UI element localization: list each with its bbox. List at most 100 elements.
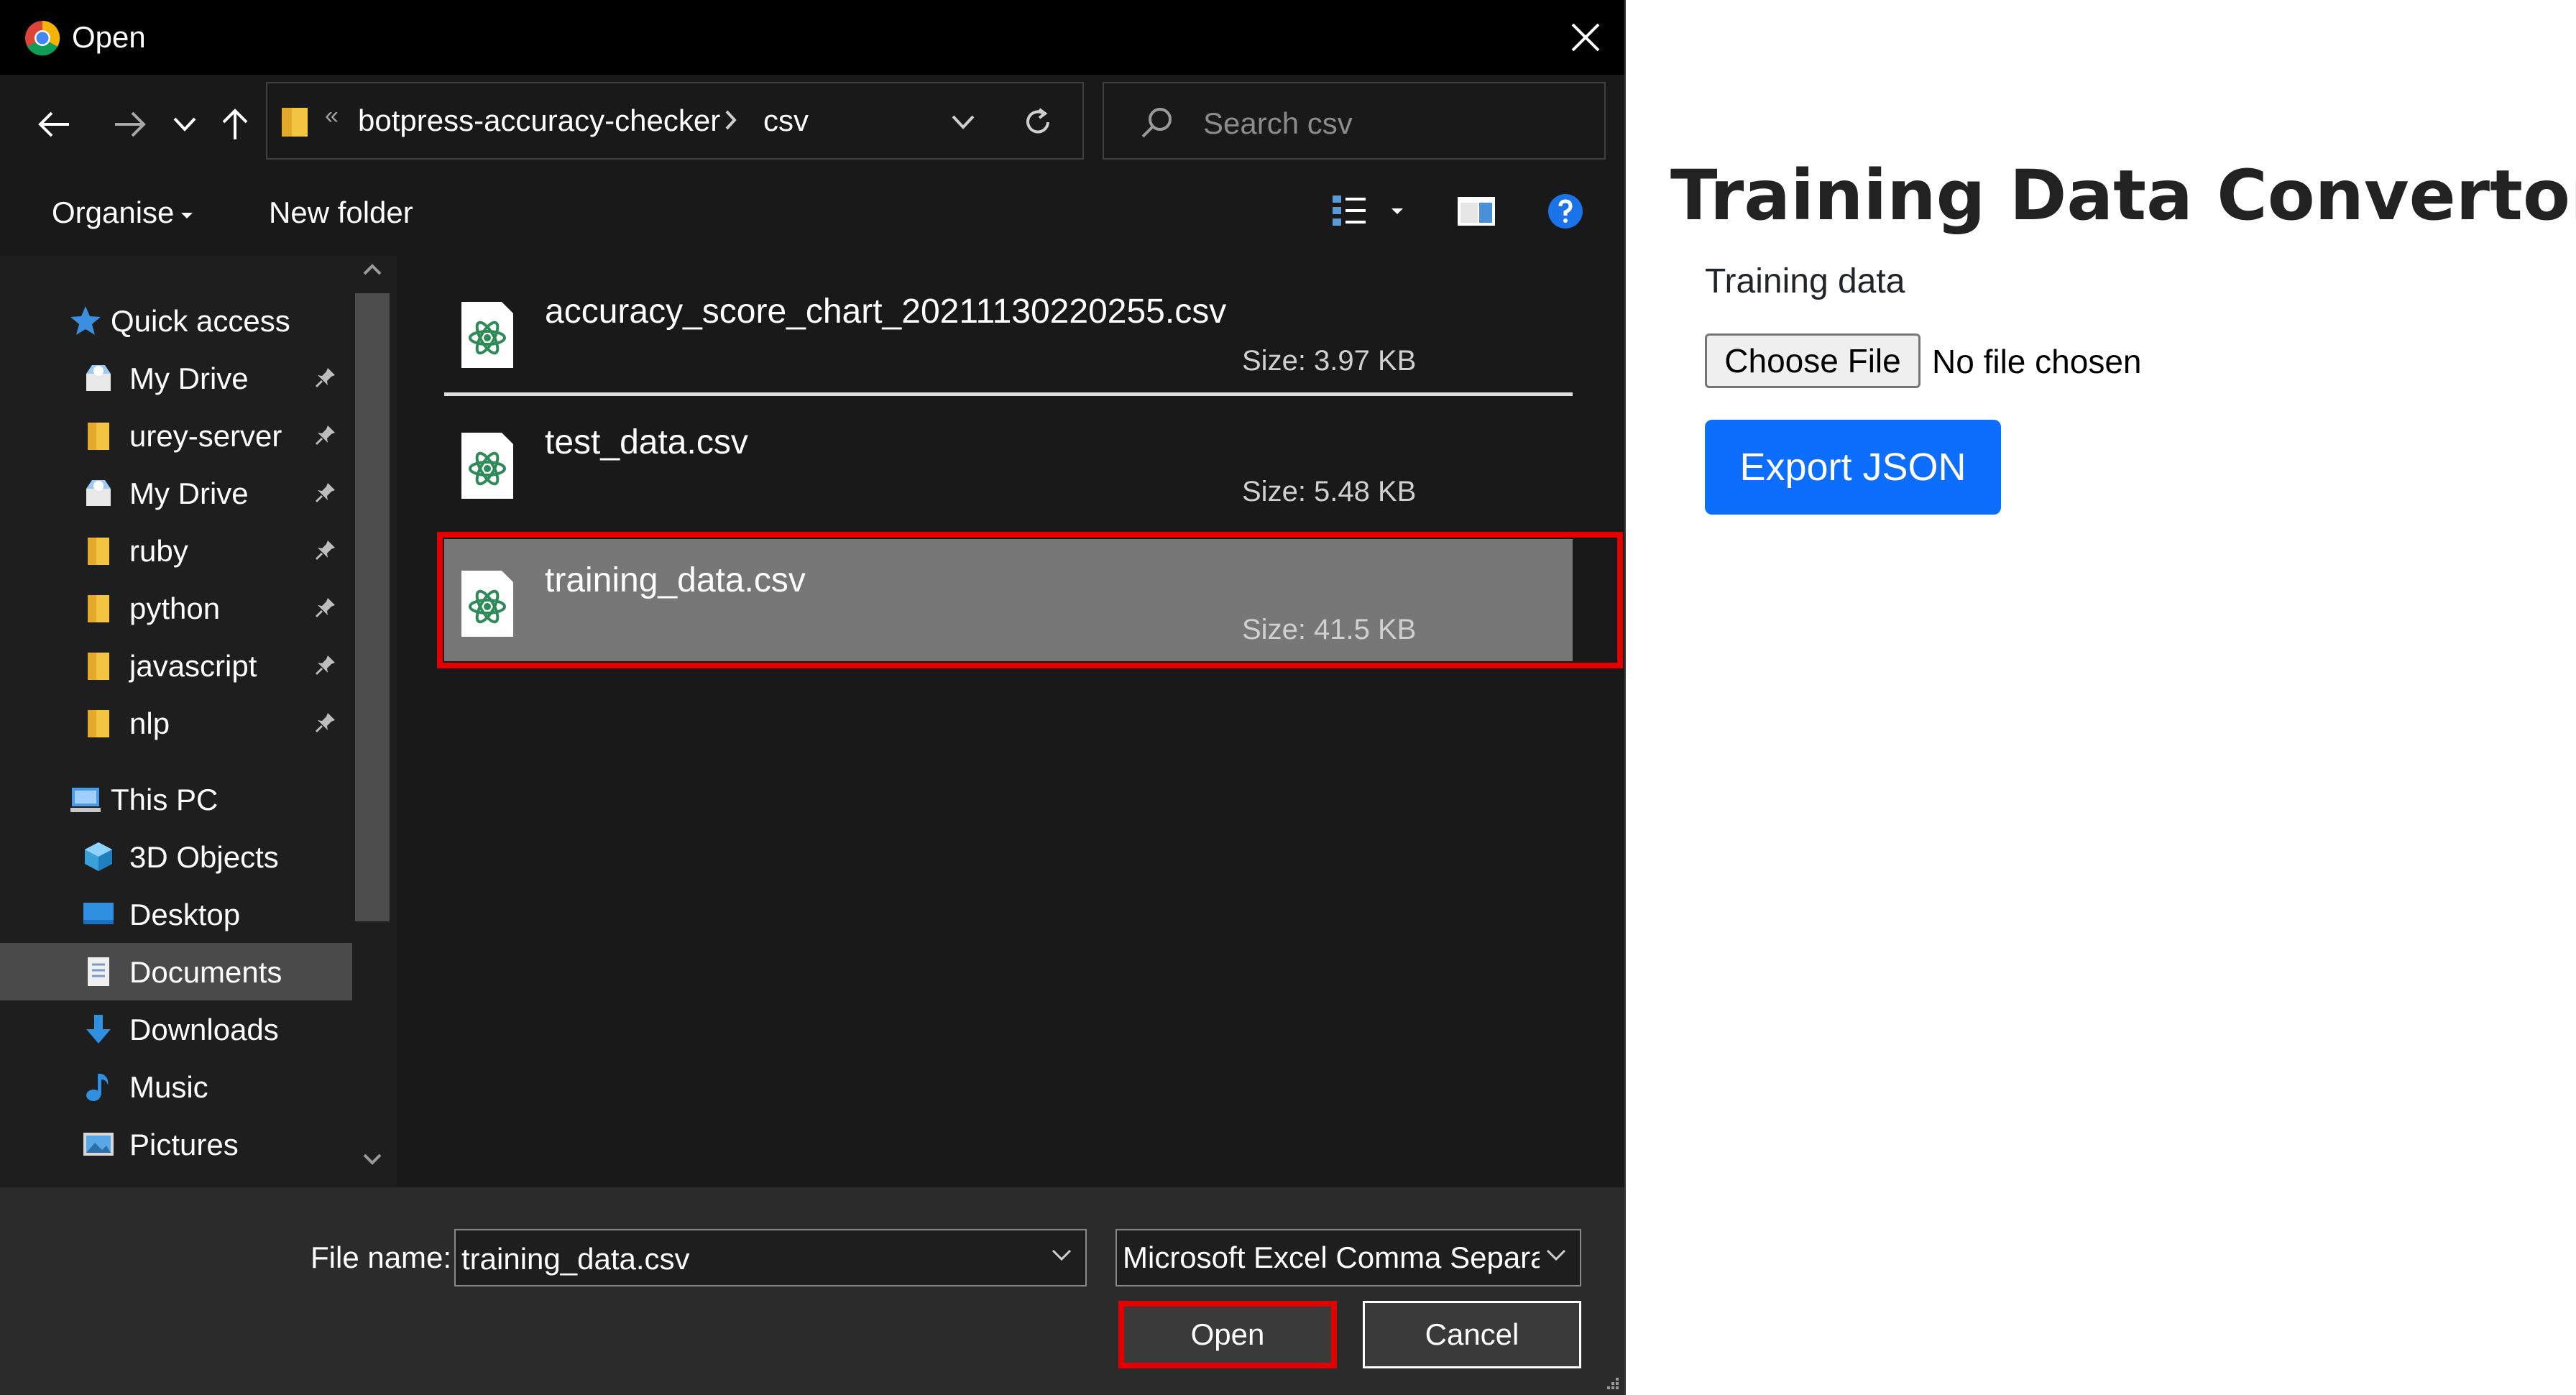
chevron-down-icon[interactable]	[1051, 1248, 1072, 1262]
sidebar-item-label: My Drive	[129, 362, 249, 395]
folder-icon	[82, 707, 115, 739]
folder-icon	[82, 420, 115, 451]
sidebar-item-label: Quick access	[111, 304, 290, 338]
file-name-label: File name:	[310, 1240, 452, 1274]
file-item[interactable]: test_data.csv Size: 5.48 KB	[444, 401, 1573, 523]
refresh-button[interactable]	[1018, 101, 1058, 144]
open-file-dialog: Open « botpress-accuracy-checker csv Sea…	[0, 0, 1626, 1395]
atom-file-icon	[459, 300, 516, 369]
desktop-icon	[82, 898, 115, 930]
arrow-right-icon	[115, 111, 146, 137]
sidebar-item-this-pc[interactable]: This PC	[0, 770, 352, 828]
file-name-input[interactable]: training_data.csv	[454, 1229, 1087, 1286]
sidebar-item-3d-objects[interactable]: 3D Objects	[0, 828, 352, 885]
file-type-select[interactable]: Microsoft Excel Comma Separated Values F…	[1116, 1229, 1581, 1286]
file-name-value: training_data.csv	[461, 1242, 690, 1276]
search-input[interactable]: Search csv	[1103, 82, 1606, 160]
chevron-down-icon	[173, 117, 196, 132]
dialog-title: Open	[72, 20, 146, 54]
forward-button[interactable]	[105, 99, 155, 149]
pin-icon	[313, 595, 338, 620]
sidebar-item-label: Downloads	[129, 1013, 279, 1046]
cube-icon	[82, 841, 115, 873]
address-history-button[interactable]	[943, 105, 983, 139]
pin-icon	[313, 423, 338, 447]
file-item[interactable]: accuracy_score_chart_20211130220255.csv …	[444, 270, 1573, 392]
help-icon[interactable]	[1545, 191, 1586, 231]
sidebar-item-my-drive[interactable]: My Drive	[0, 349, 352, 407]
sidebar-item-python[interactable]: python	[0, 579, 352, 637]
scrollbar-thumb[interactable]	[355, 293, 390, 921]
sidebar-item-label: 3D Objects	[129, 840, 279, 874]
choose-file-button[interactable]: Choose File	[1705, 333, 1920, 388]
cancel-button-label: Cancel	[1425, 1317, 1519, 1351]
view-options-icon[interactable]	[1330, 191, 1370, 231]
pin-icon	[313, 653, 338, 677]
sidebar-item-downloads[interactable]: Downloads	[0, 1000, 352, 1058]
file-name: accuracy_score_chart_20211130220255.csv	[545, 293, 1227, 331]
cancel-button[interactable]: Cancel	[1363, 1301, 1581, 1368]
file-list: accuracy_score_chart_20211130220255.csv …	[397, 256, 1624, 1187]
pin-icon	[313, 365, 338, 390]
address-bar[interactable]: « botpress-accuracy-checker csv	[266, 82, 1084, 160]
sidebar-scrollbar[interactable]	[352, 256, 392, 1187]
open-button[interactable]: Open	[1118, 1301, 1337, 1368]
folder-icon	[82, 592, 115, 624]
sidebar-item-urey-server[interactable]: urey-server	[0, 407, 352, 464]
up-button[interactable]	[210, 99, 260, 149]
file-type-value: Microsoft Excel Comma Separated Values F…	[1123, 1240, 1540, 1274]
star-icon	[69, 305, 102, 336]
dialog-title-bar: Open	[0, 0, 1624, 75]
address-segment-parent[interactable]: botpress-accuracy-checker	[358, 103, 720, 138]
sidebar-item-documents[interactable]: Documents	[0, 943, 352, 1000]
atom-file-icon	[459, 431, 516, 500]
preview-pane-icon[interactable]	[1456, 195, 1496, 227]
organise-menu[interactable]: Organise	[52, 195, 174, 230]
refresh-icon	[1026, 108, 1049, 134]
folder-icon	[82, 650, 115, 681]
sidebar-item-label: Documents	[129, 955, 282, 989]
caret-down-icon[interactable]	[1390, 207, 1404, 216]
command-bar: Organise New folder	[0, 170, 1624, 256]
export-json-button[interactable]: Export JSON	[1705, 420, 2001, 515]
arrow-left-icon	[38, 111, 69, 137]
music-note-icon	[82, 1071, 115, 1102]
sidebar-item-javascript[interactable]: javascript	[0, 637, 352, 694]
back-button[interactable]	[29, 99, 79, 149]
sidebar-item-label: Pictures	[129, 1128, 239, 1161]
search-placeholder: Search csv	[1203, 106, 1353, 140]
training-data-label: Training data	[1705, 262, 1905, 300]
close-button[interactable]	[1558, 10, 1613, 65]
chevron-down-icon[interactable]	[362, 1153, 382, 1166]
sidebar-item-ruby[interactable]: ruby	[0, 522, 352, 579]
sidebar-item-label: javascript	[129, 649, 257, 683]
resize-grip-icon[interactable]	[1603, 1373, 1620, 1391]
recent-locations-button[interactable]	[160, 99, 210, 149]
sidebar-item-music[interactable]: Music	[0, 1058, 352, 1115]
sidebar-item-nlp[interactable]: nlp	[0, 694, 352, 752]
address-segment-current[interactable]: csv	[763, 103, 809, 138]
sidebar-item-pictures[interactable]: Pictures	[0, 1115, 352, 1173]
new-folder-button[interactable]: New folder	[269, 195, 413, 230]
page-title: Training Data Convertor	[1670, 155, 2576, 236]
open-button-label: Open	[1190, 1317, 1265, 1351]
address-overflow-marker[interactable]: «	[325, 102, 339, 130]
documents-icon	[82, 956, 115, 987]
chevron-up-icon[interactable]	[362, 263, 382, 276]
close-icon	[1571, 23, 1600, 52]
cloud-drive-icon	[82, 362, 115, 394]
pin-icon	[313, 710, 338, 735]
pin-icon	[313, 538, 338, 562]
sidebar-item-desktop[interactable]: Desktop	[0, 885, 352, 943]
folder-icon	[280, 105, 309, 139]
file-name: test_data.csv	[545, 423, 748, 461]
navigation-pane: Quick access My Drive urey-server My Dri…	[0, 256, 397, 1187]
file-status-text: No file chosen	[1932, 343, 2142, 380]
sidebar-item-label: urey-server	[129, 419, 282, 453]
dialog-footer: File name: training_data.csv Microsoft E…	[0, 1187, 1624, 1395]
sidebar-item-quick-access[interactable]: Quick access	[0, 292, 352, 349]
chevron-right-icon[interactable]	[723, 108, 739, 132]
sidebar-item-label: python	[129, 591, 221, 625]
sidebar-item-label: Desktop	[129, 898, 241, 931]
sidebar-item-my-drive[interactable]: My Drive	[0, 464, 352, 522]
